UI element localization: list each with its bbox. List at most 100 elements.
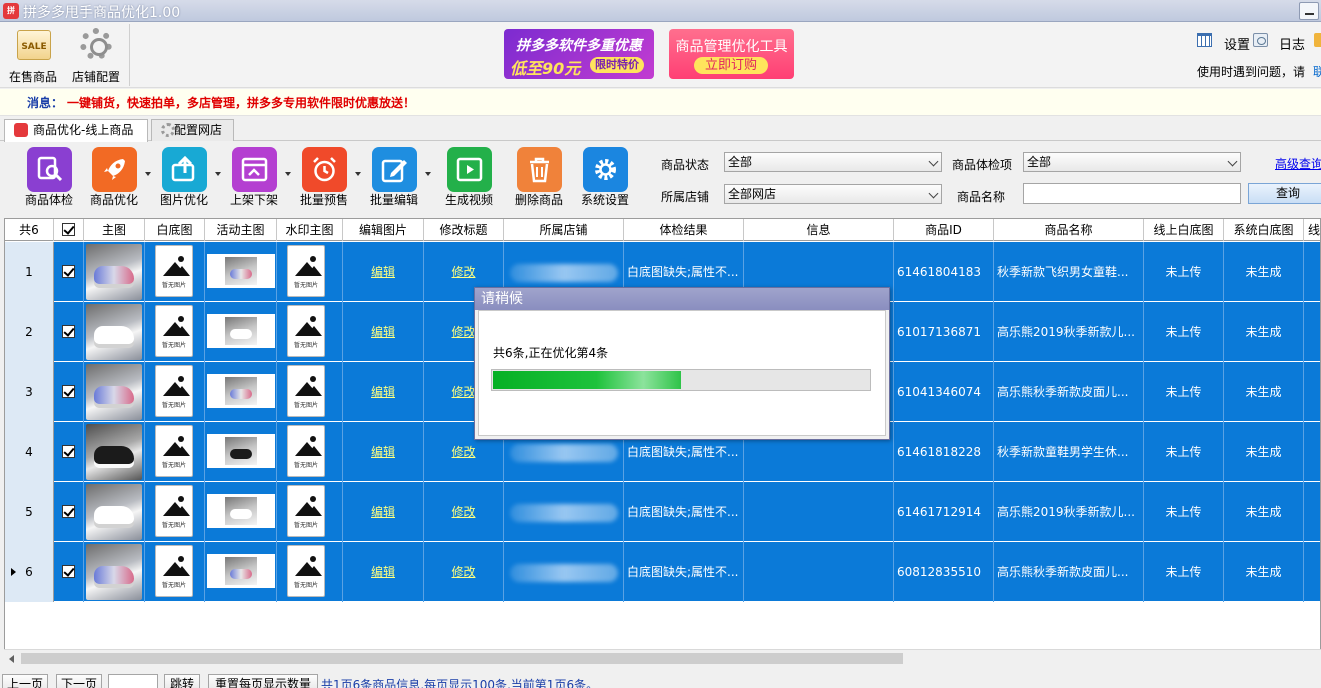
product-main-image[interactable] <box>86 484 142 540</box>
modify-title-link[interactable]: 修改 <box>451 505 475 519</box>
edit-image-link[interactable]: 编辑 <box>371 445 395 459</box>
watermark-image-cell[interactable]: 暂无图片 <box>277 482 343 542</box>
product-main-image[interactable] <box>86 244 142 300</box>
white-image-cell[interactable]: 暂无图片 <box>145 422 205 482</box>
contact-link[interactable]: 联 <box>1313 63 1321 80</box>
watermark-image-cell[interactable]: 暂无图片 <box>277 362 343 422</box>
table-row[interactable]: 6 暂无图片 暂无图片 编辑 修改 白底图缺失;属性不... 60812835510 高乐熊秋… <box>5 542 1320 602</box>
activity-image-cell[interactable] <box>205 242 277 302</box>
delete-product-button[interactable]: 删除商品 <box>504 147 574 211</box>
activity-image[interactable] <box>207 374 275 408</box>
table-row[interactable]: 5 暂无图片 暂无图片 编辑 修改 白底图缺失;属性不... 61461712914 高乐熊2… <box>5 482 1320 542</box>
white-image-cell[interactable]: 暂无图片 <box>145 542 205 602</box>
activity-image[interactable] <box>207 494 275 528</box>
jump-button[interactable]: 跳转 <box>164 674 200 688</box>
query-button[interactable]: 查询 <box>1248 183 1321 204</box>
tab-configure-shop[interactable]: 配置网店 <box>151 119 234 141</box>
minimize-button[interactable] <box>1299 2 1319 20</box>
white-image-cell[interactable]: 暂无图片 <box>145 242 205 302</box>
prev-page-button[interactable]: 上一页 <box>2 674 48 688</box>
dropdown-arrow-icon[interactable] <box>425 172 431 176</box>
reset-page-size-button[interactable]: 重置每页显示数量 <box>208 674 318 688</box>
modify-title-link[interactable]: 修改 <box>451 325 475 339</box>
row-checkbox[interactable] <box>62 565 75 578</box>
row-checkbox[interactable] <box>62 265 75 278</box>
tab-product-optimize[interactable]: 商品优化-线上商品 <box>4 119 148 142</box>
row-checkbox-cell[interactable] <box>54 482 84 542</box>
activity-image[interactable] <box>207 434 275 468</box>
modify-title-link[interactable]: 修改 <box>451 265 475 279</box>
order-now-button[interactable]: 立即订购 <box>694 57 768 74</box>
page-number-input[interactable] <box>108 674 158 688</box>
row-checkbox-cell[interactable] <box>54 242 84 302</box>
watermark-image-cell[interactable]: 暂无图片 <box>277 422 343 482</box>
generate-video-button[interactable]: 生成视频 <box>434 147 504 211</box>
log-link[interactable]: 日志 <box>1279 34 1305 53</box>
activity-image[interactable] <box>207 554 275 588</box>
status-filter-select[interactable]: 全部 <box>724 152 942 172</box>
shelf-toggle-button[interactable]: 上架下架 <box>219 147 291 211</box>
product-main-image[interactable] <box>86 364 142 420</box>
white-image-cell[interactable]: 暂无图片 <box>145 362 205 422</box>
row-checkbox-cell[interactable] <box>54 302 84 362</box>
watermark-image-cell[interactable]: 暂无图片 <box>277 242 343 302</box>
advanced-query-link[interactable]: 高级查询 <box>1275 155 1321 172</box>
activity-image-cell[interactable] <box>205 302 277 362</box>
row-checkbox[interactable] <box>62 505 75 518</box>
next-page-button[interactable]: 下一页 <box>56 674 102 688</box>
row-checkbox-cell[interactable] <box>54 542 84 602</box>
row-checkbox-cell[interactable] <box>54 422 84 482</box>
image-optimize-button[interactable]: 图片优化 <box>149 147 221 211</box>
row-number[interactable]: 3 <box>5 362 54 422</box>
activity-image-cell[interactable] <box>205 362 277 422</box>
system-settings-button[interactable]: 系统设置 <box>570 147 640 211</box>
row-checkbox[interactable] <box>62 445 75 458</box>
modify-title-link[interactable]: 修改 <box>451 385 475 399</box>
promo-banner-discount[interactable]: 拼多多软件多重优惠 低至90元 限时特价 <box>504 29 654 79</box>
check-item-select[interactable]: 全部 <box>1023 152 1241 172</box>
select-all-checkbox[interactable] <box>62 223 75 236</box>
main-image-cell[interactable] <box>84 302 145 362</box>
horizontal-scrollbar[interactable] <box>4 649 1321 666</box>
watermark-image-cell[interactable]: 暂无图片 <box>277 302 343 362</box>
edit-image-link[interactable]: 编辑 <box>371 385 395 399</box>
edit-image-link[interactable]: 编辑 <box>371 565 395 579</box>
row-number[interactable]: 1 <box>5 242 54 302</box>
product-main-image[interactable] <box>86 304 142 360</box>
batch-presale-button[interactable]: 批量预售 <box>289 147 361 211</box>
shop-config-button[interactable]: 店铺配置 <box>64 26 128 86</box>
watermark-image-cell[interactable]: 暂无图片 <box>277 542 343 602</box>
scroll-left-icon[interactable] <box>9 655 14 663</box>
activity-image-cell[interactable] <box>205 482 277 542</box>
on-sale-button[interactable]: SALE 在售商品 <box>1 26 65 86</box>
row-checkbox[interactable] <box>62 385 75 398</box>
promo-banner-order[interactable]: 商品管理优化工具 立即订购 <box>669 29 794 79</box>
edit-image-link[interactable]: 编辑 <box>371 325 395 339</box>
product-main-image[interactable] <box>86 544 142 600</box>
main-image-cell[interactable] <box>84 242 145 302</box>
shop-filter-select[interactable]: 全部网店 <box>724 184 942 204</box>
edit-image-link[interactable]: 编辑 <box>371 505 395 519</box>
product-optimize-button[interactable]: 商品优化 <box>79 147 151 211</box>
white-image-cell[interactable]: 暂无图片 <box>145 482 205 542</box>
activity-image-cell[interactable] <box>205 542 277 602</box>
activity-image-cell[interactable] <box>205 422 277 482</box>
modify-title-link[interactable]: 修改 <box>451 565 475 579</box>
product-check-button[interactable]: 商品体检 <box>14 147 84 211</box>
row-checkbox[interactable] <box>62 325 75 338</box>
white-image-cell[interactable]: 暂无图片 <box>145 302 205 362</box>
main-image-cell[interactable] <box>84 362 145 422</box>
row-number[interactable]: 6 <box>5 542 54 602</box>
settings-link[interactable]: 设置 <box>1224 34 1250 53</box>
product-main-image[interactable] <box>86 424 142 480</box>
select-all-header[interactable] <box>54 219 84 241</box>
modify-title-link[interactable]: 修改 <box>451 445 475 459</box>
row-number[interactable]: 5 <box>5 482 54 542</box>
main-image-cell[interactable] <box>84 482 145 542</box>
activity-image[interactable] <box>207 314 275 348</box>
scrollbar-thumb[interactable] <box>21 653 903 664</box>
batch-edit-button[interactable]: 批量编辑 <box>359 147 431 211</box>
row-number[interactable]: 2 <box>5 302 54 362</box>
main-image-cell[interactable] <box>84 422 145 482</box>
edit-image-link[interactable]: 编辑 <box>371 265 395 279</box>
